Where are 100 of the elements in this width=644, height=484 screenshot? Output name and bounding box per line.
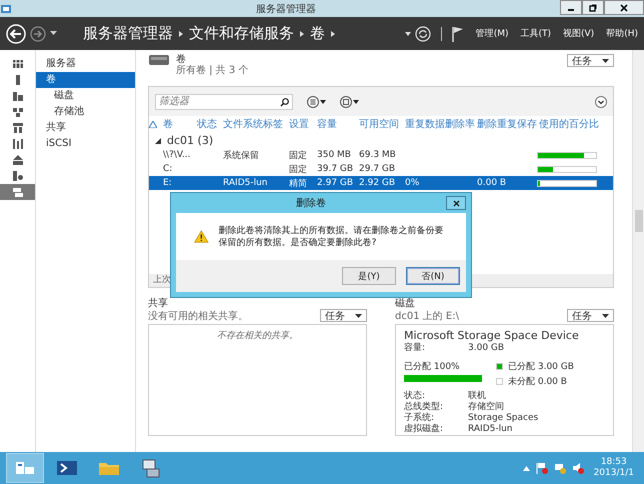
table-cell-text: 0% — [404, 178, 420, 188]
column-header[interactable]: 重复数据删除率 — [403, 117, 475, 131]
column-header[interactable]: 设置 — [287, 117, 315, 131]
table-cell-text: 精简 — [288, 178, 308, 190]
table-cell-text: RAID5-lun — [222, 178, 269, 188]
column-header[interactable]: 状态 — [195, 117, 221, 131]
close-button[interactable] — [604, 0, 644, 15]
table-cell-text: \\?\V... — [162, 150, 192, 160]
property-label: 状态: — [404, 391, 426, 402]
section-subtitle: 没有可用的相关共享。 — [148, 311, 248, 322]
allocation-label: 已分配 100% — [404, 360, 461, 373]
table-row[interactable]: \\?\V... 系统保留 固定 350 MB 69.3 MB — [149, 148, 613, 162]
tasks-button[interactable]: 任务 — [567, 54, 614, 67]
column-header[interactable]: 使用的百分比 — [537, 117, 613, 131]
filter-field[interactable]: 筛选器 — [155, 94, 293, 110]
tile-icon — [12, 138, 24, 150]
property-label: 总线类型: — [404, 402, 444, 412]
table-cell-text: C: — [162, 164, 174, 174]
sidebar-item[interactable]: 存储池 — [36, 104, 135, 120]
sidebar-item[interactable]: 磁盘 — [36, 88, 135, 104]
property-value: 3.00 GB — [468, 343, 504, 354]
window-title: 服务器管理器 — [255, 2, 317, 16]
minimize-button[interactable] — [560, 0, 582, 15]
speaker-icon[interactable] — [572, 462, 584, 474]
table-cell-text: 39.7 GB — [316, 164, 354, 174]
empty-message: 不存在相关的共享。 — [216, 330, 299, 342]
tile-icon — [12, 106, 24, 118]
tray-arrow-icon[interactable] — [522, 466, 530, 470]
warning-icon — [149, 120, 157, 128]
table-cell-text: 29.7 GB — [358, 164, 396, 174]
dialog-button[interactable]: 否(N) — [406, 267, 460, 285]
collapse-icon[interactable] — [155, 138, 161, 144]
maximize-button[interactable] — [582, 0, 604, 15]
close-button[interactable] — [446, 196, 466, 210]
column-header[interactable]: 文件系统标签 — [221, 117, 287, 131]
tile-icon — [12, 90, 24, 102]
property-label: 容量: — [404, 343, 426, 354]
scrollbar-thumb[interactable] — [634, 210, 642, 232]
expand-icon[interactable] — [595, 96, 607, 108]
sidebar-item[interactable]: 共享 — [36, 120, 135, 136]
table-cell-text: 69.3 MB — [358, 150, 397, 160]
table-cell-text: 2.97 GB — [316, 178, 354, 188]
property-label: 子系统: — [404, 413, 436, 424]
table-row[interactable]: E: RAID5-lun 精简 2.97 GB 2.92 GB 0% 0.00 B — [149, 176, 613, 190]
tile-icon — [12, 170, 24, 182]
list-icon[interactable] — [307, 96, 326, 108]
property-value: 联机 — [468, 391, 486, 402]
table-row[interactable]: C: 固定 39.7 GB 29.7 GB — [149, 162, 613, 176]
caret-icon — [602, 58, 609, 62]
storage-icon — [12, 186, 24, 198]
property-value: RAID5-lun — [468, 424, 513, 435]
tasks-button[interactable]: 任务 — [567, 309, 614, 322]
tile-icon — [12, 58, 24, 70]
dialog-message: 删除此卷将清除其上的所有数据。请在删除卷之前备份要保留的所有数据。是否确定要删除此卷? — [218, 224, 445, 248]
network-icon[interactable] — [554, 462, 566, 474]
table-cell-text: 固定 — [288, 164, 308, 176]
flag-icon[interactable] — [536, 462, 548, 474]
menu-item[interactable]: 管理(M) — [476, 27, 508, 40]
section-title: 磁盘 — [395, 298, 416, 309]
legend-label: 已分配 3.00 GB — [508, 360, 574, 373]
device-name: Microsoft Storage Space Device — [404, 329, 580, 342]
menu-item[interactable]: 工具(T) — [520, 27, 552, 40]
sidebar-item[interactable]: 服务器 — [36, 56, 135, 72]
menu-item[interactable]: 帮助(H) — [606, 27, 638, 40]
breadcrumb-item[interactable]: 文件和存储服务 — [189, 24, 294, 43]
tile-icon — [12, 154, 24, 166]
forward-icon[interactable] — [30, 26, 46, 42]
computer-icon — [140, 458, 162, 478]
section-title: 卷 — [176, 54, 186, 65]
property-value: 存储空间 — [468, 402, 504, 413]
navigation-rail-item[interactable] — [0, 184, 35, 200]
section-title: 共享 — [148, 298, 169, 309]
dialog-button[interactable]: 是(Y) — [342, 267, 396, 285]
sidebar-item[interactable]: iSCSI — [36, 136, 135, 152]
breadcrumb-item[interactable]: 服务器管理器 — [83, 24, 173, 43]
group-label: dc01 (3) — [167, 134, 214, 147]
scrollbar[interactable] — [632, 50, 644, 452]
dialog-title: 删除卷 — [295, 197, 327, 210]
close-icon — [452, 200, 460, 206]
table-cell-text: 0.00 B — [476, 178, 508, 188]
dropdown-caret-icon[interactable] — [50, 31, 57, 36]
flag-icon[interactable] — [452, 26, 464, 42]
search-icon — [280, 98, 289, 106]
column-header[interactable]: 容量 — [315, 117, 357, 131]
breadcrumb-item[interactable]: 卷 — [310, 24, 325, 43]
dropdown-caret-icon[interactable] — [404, 32, 411, 36]
column-header[interactable]: 删除重复保存 — [475, 117, 537, 131]
refresh-icon[interactable] — [414, 26, 431, 42]
caret-icon — [602, 314, 609, 318]
tile-icon — [12, 122, 24, 134]
section-subtitle: 所有卷 | 共 3 个 — [176, 65, 250, 76]
sidebar-item[interactable]: 卷 — [36, 72, 135, 88]
column-header[interactable]: 可用空间 — [357, 117, 403, 131]
column-header[interactable]: 卷 — [161, 117, 195, 131]
menu-item[interactable]: 视图(V) — [563, 27, 594, 40]
back-icon[interactable] — [6, 24, 26, 44]
chevron-icon — [300, 30, 304, 36]
property-label: 虚拟磁盘: — [404, 424, 444, 435]
chevron-icon — [179, 30, 183, 36]
tasks-button[interactable]: 任务 — [320, 309, 367, 322]
